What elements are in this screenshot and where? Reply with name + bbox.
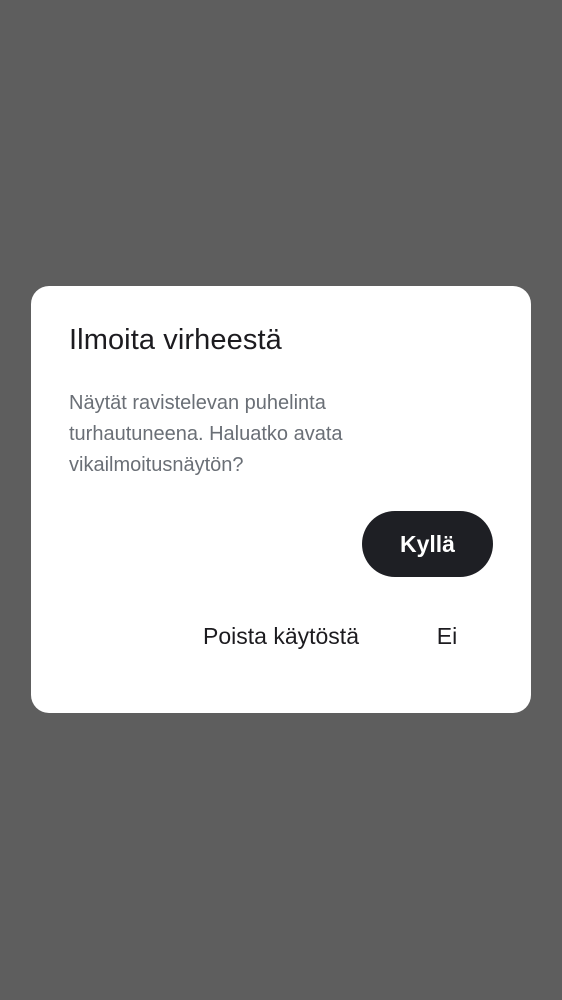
bug-report-dialog: Ilmoita virheestä Näytät ravistelevan pu…	[31, 286, 531, 713]
yes-button[interactable]: Kyllä	[362, 511, 493, 577]
dialog-message: Näytät ravistelevan puhelinta turhautune…	[69, 392, 343, 476]
no-button[interactable]: Ei	[426, 613, 468, 659]
disable-button[interactable]: Poista käytöstä	[189, 613, 373, 659]
dialog-title: Ilmoita virheestä	[69, 324, 282, 356]
